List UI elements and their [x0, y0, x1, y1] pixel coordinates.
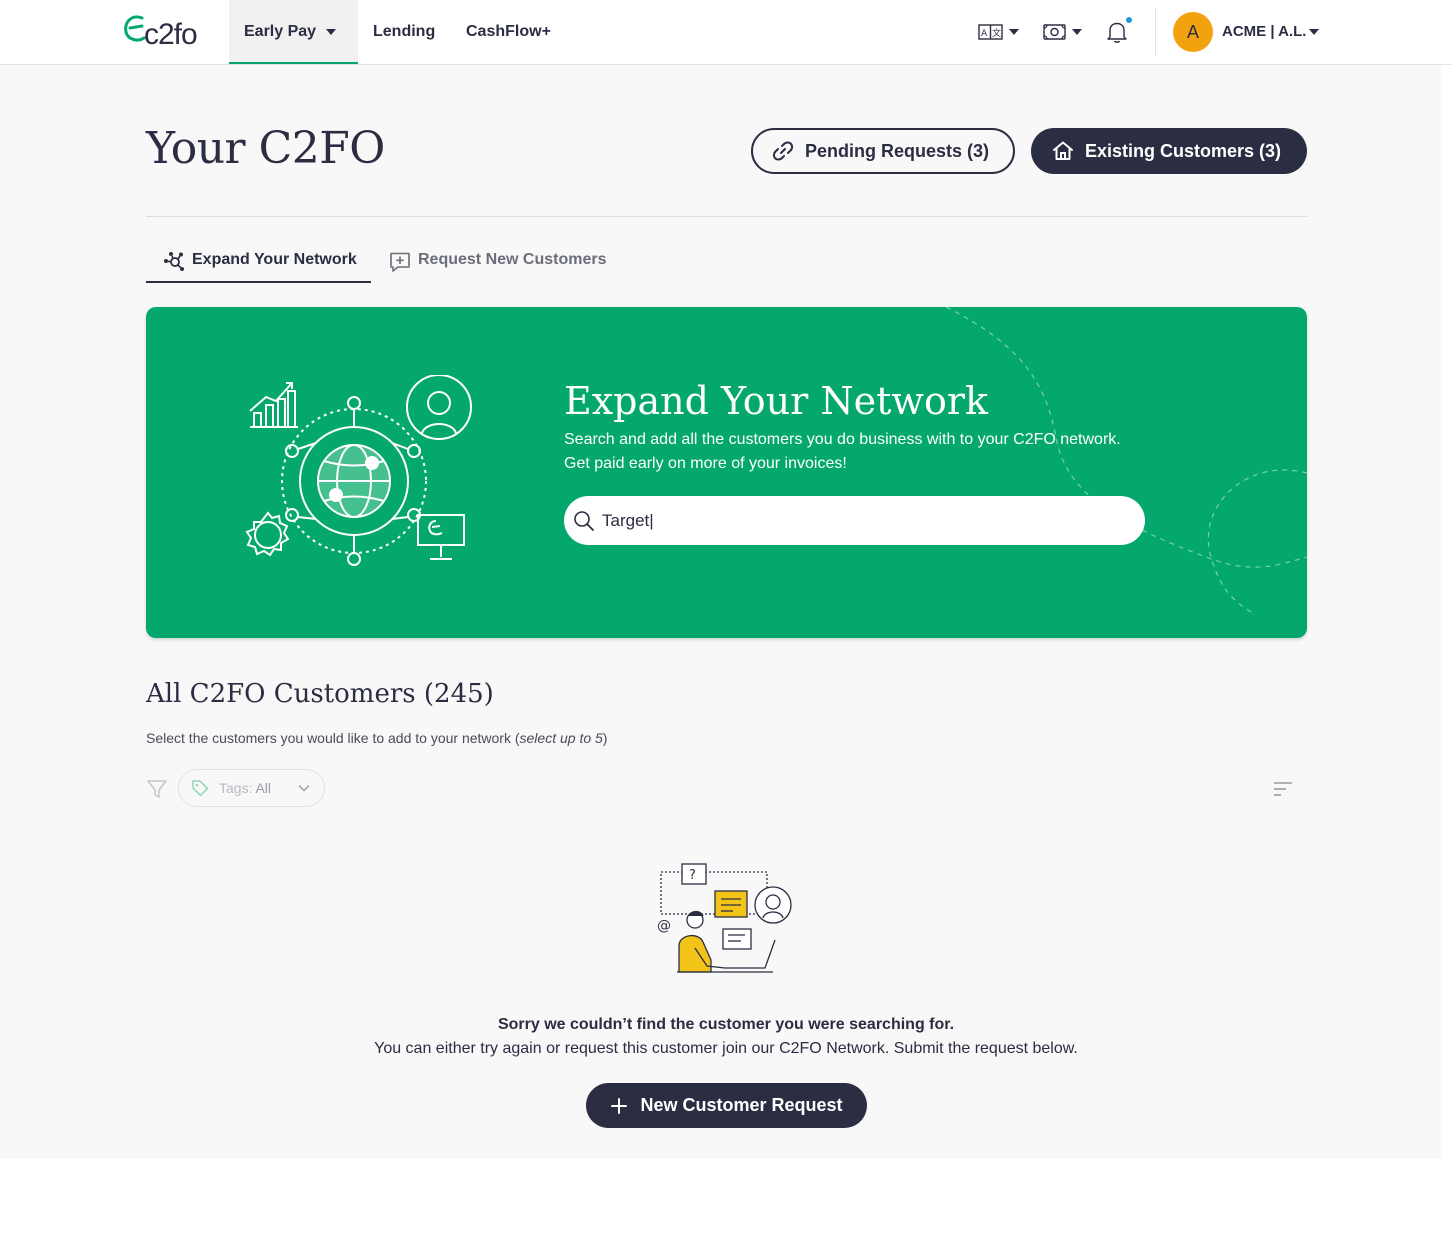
existing-customers-button[interactable]: Existing Customers (3) — [1031, 128, 1307, 174]
tab-expand-network[interactable]: Expand Your Network — [146, 245, 371, 283]
svg-text:文: 文 — [992, 27, 1001, 39]
c2fo-logo[interactable]: c2fo — [122, 12, 208, 54]
caret-down-icon — [1072, 29, 1082, 35]
empty-state-heading: Sorry we couldn’t find the customer you … — [497, 1016, 955, 1033]
notifications-button[interactable] — [1106, 16, 1133, 44]
tags-filter-label: Tags: — [219, 780, 253, 796]
search-icon — [574, 511, 594, 531]
home-icon — [1053, 141, 1073, 160]
toolbar-divider — [1155, 8, 1156, 56]
nav-cashflow-plus[interactable]: CashFlow+ — [466, 0, 551, 64]
section-divider — [146, 216, 1307, 217]
chat-plus-icon — [390, 252, 410, 272]
customer-search-input[interactable] — [602, 496, 1122, 545]
svg-text:?: ? — [689, 868, 696, 883]
filter-icon[interactable] — [146, 778, 168, 800]
chevron-down-icon — [298, 785, 310, 792]
link-icon — [772, 141, 794, 161]
main-content: Your C2FO Pending Requests (3) Existing … — [0, 65, 1441, 1159]
nav-early-pay-label: Early Pay — [244, 23, 317, 40]
pending-requests-label: Pending Requests (3) — [805, 140, 990, 161]
banner-subtitle-line-2: Get paid early on more of your invoices! — [564, 455, 847, 472]
tag-icon — [192, 780, 209, 797]
account-label: ACME | A.L. — [1222, 23, 1307, 40]
empty-state-message: You can either try again or request this… — [374, 1040, 1078, 1057]
account-menu[interactable]: ACME | A.L. — [1222, 0, 1320, 64]
nav-early-pay[interactable]: Early Pay — [229, 0, 358, 64]
customer-search-box[interactable] — [564, 496, 1145, 545]
existing-customers-label: Existing Customers (3) — [1085, 140, 1282, 161]
caret-down-icon — [326, 28, 337, 35]
tags-filter-dropdown[interactable]: Tags: All — [178, 769, 325, 807]
globe-network-illustration — [245, 375, 472, 566]
language-icon: A 文 — [978, 24, 1003, 40]
new-customer-request-button[interactable]: New Customer Request — [586, 1083, 867, 1128]
tab-request-customers[interactable]: Request New Customers — [388, 245, 607, 283]
customers-section-subtitle: Select the customers you would like to a… — [146, 730, 607, 746]
new-customer-request-label: New Customer Request — [640, 1095, 843, 1115]
caret-down-icon — [1309, 29, 1320, 36]
network-icon — [164, 252, 184, 271]
top-nav-bar: c2fo Early Pay Lending CashFlow+ A 文 A A… — [0, 0, 1452, 65]
svg-text:A: A — [981, 29, 988, 39]
tags-filter-value: All — [255, 780, 272, 796]
banner-title: Expand Your Network — [564, 379, 989, 423]
currency-selector[interactable] — [1042, 20, 1086, 44]
notification-dot — [1125, 16, 1133, 24]
caret-down-icon — [1009, 29, 1019, 35]
avatar[interactable]: A — [1173, 12, 1213, 52]
tab-request-customers-label: Request New Customers — [418, 251, 607, 268]
currency-icon — [1043, 24, 1066, 40]
page-title: Your C2FO — [146, 123, 385, 174]
pending-requests-button[interactable]: Pending Requests (3) — [751, 128, 1015, 174]
logo-wordmark: c2fo — [144, 18, 198, 51]
banner-subtitle-line-1: Search and add all the customers you do … — [564, 431, 1121, 448]
subtitle-end: ) — [602, 730, 608, 746]
customers-section-title: All C2FO Customers (245) — [146, 679, 494, 709]
subtitle-emphasis: select up to 5 — [519, 730, 603, 746]
sort-icon[interactable] — [1273, 779, 1293, 799]
tab-expand-network-label: Expand Your Network — [192, 251, 357, 268]
empty-state-illustration: ? @ — [657, 863, 792, 973]
banner-subtitle: Search and add all the customers you do … — [564, 428, 1164, 476]
svg-text:@: @ — [657, 918, 671, 934]
plus-icon — [611, 1097, 628, 1114]
nav-lending[interactable]: Lending — [373, 0, 435, 64]
subtitle-text: Select the customers you would like to a… — [146, 730, 520, 746]
language-selector[interactable]: A 文 — [978, 20, 1022, 44]
bell-icon — [1107, 22, 1127, 43]
expand-network-banner: Expand Your Network Search and add all t… — [146, 307, 1307, 638]
